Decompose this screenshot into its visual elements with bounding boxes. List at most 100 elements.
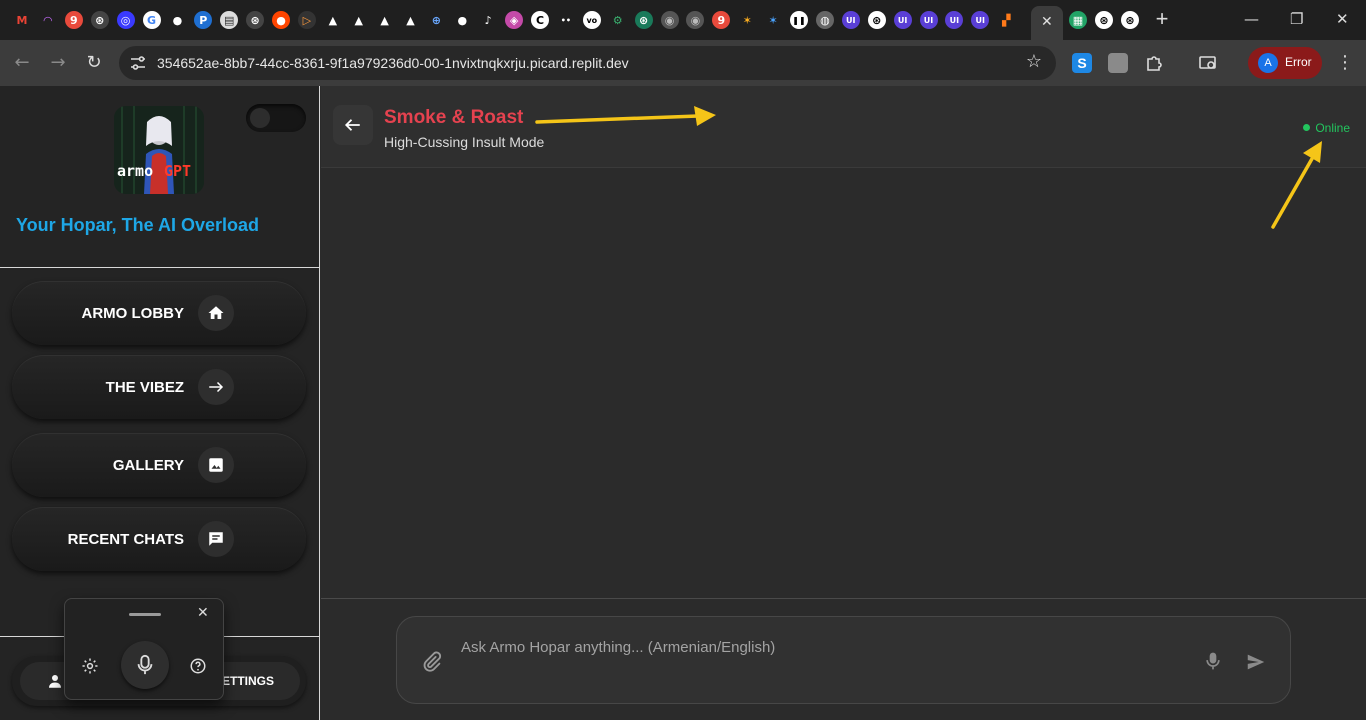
- restore-icon[interactable]: ❐: [1290, 10, 1303, 28]
- close-window-icon[interactable]: ✕: [1336, 10, 1349, 28]
- openai-icon[interactable]: ⊛: [90, 11, 109, 29]
- triangle-icon[interactable]: ▲: [324, 11, 342, 29]
- message-input[interactable]: Ask Armo Hopar anything... (Armenian/Eng…: [461, 639, 775, 656]
- play-icon[interactable]: ▷: [297, 11, 316, 29]
- ui-icon[interactable]: UI: [841, 11, 860, 29]
- extensions-puzzle-icon[interactable]: [1144, 53, 1164, 73]
- extension-box-icon[interactable]: [1108, 53, 1128, 73]
- tab-strip: M ◠ 9 ⊛ ◎ G ● P ▤ ⊛ ● ▷ ▲ ▲ ▲ ▲ ⊕ ● ♪ ◈ C •• vo ⚙ ⊛ ◉ ◉ 9 ✶ ✶ ❚❚ ◍ UI ⊛ UI…: [0, 0, 1366, 40]
- triangle-icon[interactable]: ▲: [350, 11, 368, 29]
- sheet-icon[interactable]: ▦: [1069, 11, 1087, 29]
- theme-toggle[interactable]: [246, 104, 306, 132]
- nine-icon[interactable]: 9: [64, 11, 83, 29]
- voice-input-icon[interactable]: [1203, 651, 1223, 671]
- figure-icon[interactable]: ✶: [738, 11, 756, 29]
- gradient-icon[interactable]: ◈: [505, 11, 524, 29]
- toggle-knob: [250, 108, 270, 128]
- openai-icon[interactable]: ⊛: [246, 11, 265, 29]
- ui-icon[interactable]: UI: [945, 11, 964, 29]
- chat-title: Smoke & Roast: [384, 107, 524, 128]
- close-icon[interactable]: ✕: [197, 605, 209, 621]
- site-settings-icon[interactable]: [129, 54, 147, 72]
- message-composer[interactable]: Ask Armo Hopar anything... (Armenian/Eng…: [396, 616, 1291, 704]
- help-icon[interactable]: [189, 657, 207, 675]
- triangle-icon[interactable]: ▲: [376, 11, 394, 29]
- close-tab-icon[interactable]: ✕: [1041, 13, 1053, 30]
- logo-text-gpt: GPT: [164, 162, 192, 180]
- cast-search-icon[interactable]: [1198, 53, 1218, 73]
- microphone-button[interactable]: [121, 641, 169, 689]
- user-icon: [49, 675, 61, 688]
- blocks-icon[interactable]: ▞: [997, 11, 1015, 29]
- openai-icon[interactable]: ⊛: [1121, 11, 1139, 29]
- paypal-icon[interactable]: P: [194, 11, 213, 29]
- chat-panel: Smoke & Roast High-Cussing Insult Mode O…: [321, 86, 1366, 720]
- status-badge: Online: [1303, 121, 1350, 135]
- arrow-right-icon: [198, 369, 234, 405]
- drag-handle[interactable]: [129, 613, 161, 616]
- profile-button[interactable]: A Error: [1248, 47, 1322, 79]
- forward-nav-icon[interactable]: →: [46, 51, 70, 75]
- ui-icon[interactable]: UI: [919, 11, 938, 29]
- logo-text-armo: armo: [117, 162, 154, 180]
- openai-icon[interactable]: ⊛: [634, 11, 653, 29]
- circle-blue-icon[interactable]: ◎: [116, 11, 135, 29]
- nine-icon[interactable]: 9: [712, 11, 731, 29]
- voice-widget: ✕: [64, 598, 224, 700]
- composer-divider: [321, 598, 1366, 599]
- plus-circle-icon[interactable]: ⊕: [427, 11, 445, 29]
- nav-armo-lobby[interactable]: ARMO LOBBY: [12, 281, 306, 345]
- send-icon[interactable]: [1245, 651, 1267, 673]
- bookmark-star-icon[interactable]: ☆: [1026, 51, 1042, 72]
- nav-recent-chats[interactable]: RECENT CHATS: [12, 507, 306, 571]
- pause-icon[interactable]: ❚❚: [790, 11, 808, 29]
- gmail-icon[interactable]: M: [13, 11, 31, 29]
- reload-icon[interactable]: ↻: [82, 51, 106, 75]
- rainbow-icon[interactable]: ◠: [39, 11, 57, 29]
- dots-icon[interactable]: ••: [557, 11, 575, 29]
- armo-gpt-logo[interactable]: armo GPT: [114, 106, 204, 194]
- microphone-icon: [137, 654, 153, 675]
- back-button[interactable]: [333, 105, 373, 145]
- minimize-icon[interactable]: —: [1244, 10, 1259, 28]
- nav-label: GALLERY: [112, 457, 184, 474]
- profile-avatar: A: [1258, 53, 1278, 73]
- doc-icon[interactable]: ▤: [220, 11, 239, 29]
- github-icon[interactable]: ●: [168, 11, 186, 29]
- browser-menu-icon[interactable]: ⋮: [1336, 52, 1354, 73]
- vo-icon[interactable]: vo: [582, 11, 601, 29]
- extension-s-icon[interactable]: S: [1072, 53, 1092, 73]
- grid-icon[interactable]: ⚙: [609, 11, 627, 29]
- triangle-icon[interactable]: ▲: [402, 11, 420, 29]
- status-text: Online: [1315, 121, 1350, 135]
- browser-toolbar: ← → ↻ 354652ae-8bb7-44cc-8361-9f1a979236…: [0, 40, 1366, 86]
- nav-gallery[interactable]: GALLERY: [12, 433, 306, 497]
- nav-label: THE VIBEZ: [105, 379, 184, 396]
- chat-subtitle: High-Cussing Insult Mode: [384, 134, 545, 150]
- tiktok-icon[interactable]: ♪: [479, 11, 497, 29]
- nav-the-vibez[interactable]: THE VIBEZ: [12, 355, 306, 419]
- arrow-left-icon: [344, 119, 360, 131]
- home-icon: [198, 295, 234, 331]
- nav-label: RECENT CHATS: [67, 531, 184, 548]
- chat-header: Smoke & Roast High-Cussing Insult Mode O…: [321, 86, 1366, 168]
- avatar-icon[interactable]: ◉: [686, 11, 705, 29]
- google-icon[interactable]: G: [142, 11, 161, 29]
- chrome-icon[interactable]: ◍: [815, 11, 834, 29]
- openai-icon[interactable]: ⊛: [1095, 11, 1113, 29]
- openai-icon[interactable]: ⊛: [867, 11, 886, 29]
- c-icon[interactable]: C: [531, 11, 549, 29]
- image-icon: [198, 447, 234, 483]
- new-tab-button[interactable]: +: [1152, 8, 1172, 32]
- back-nav-icon[interactable]: ←: [10, 51, 34, 75]
- github-icon[interactable]: ●: [453, 11, 471, 29]
- ui-icon[interactable]: UI: [893, 11, 912, 29]
- ui-icon[interactable]: UI: [971, 11, 990, 29]
- active-tab[interactable]: ✕: [1031, 6, 1063, 40]
- figure-icon[interactable]: ✶: [764, 11, 782, 29]
- avatar-icon[interactable]: ◉: [660, 11, 679, 29]
- attach-icon[interactable]: [421, 651, 443, 673]
- gear-icon[interactable]: [81, 657, 99, 675]
- address-bar[interactable]: 354652ae-8bb7-44cc-8361-9f1a979236d0-00-…: [119, 46, 1056, 80]
- reddit-icon[interactable]: ●: [272, 11, 290, 29]
